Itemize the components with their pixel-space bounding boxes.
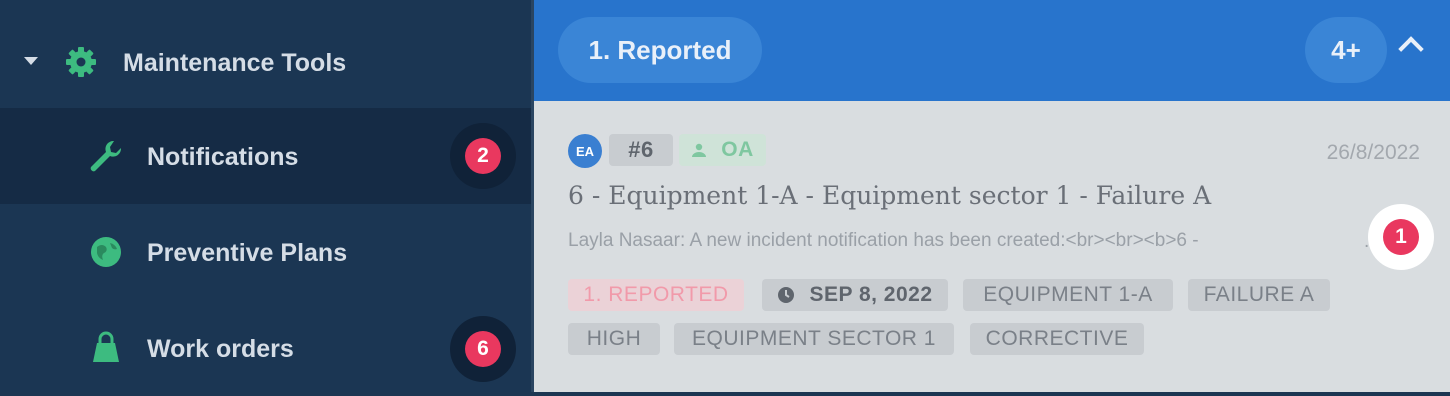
assignee-label: OA — [721, 138, 754, 161]
badge-count: 2 — [465, 138, 501, 174]
work-orders-count-badge: 6 — [450, 316, 516, 382]
caret-down-icon[interactable] — [24, 57, 38, 65]
badge-count: 6 — [465, 331, 501, 367]
equipment-tag: EQUIPMENT 1-A — [963, 279, 1173, 311]
card-indicator-badge: 1 — [1368, 204, 1434, 270]
avatar: EA — [568, 134, 602, 168]
due-date-label: SEP 8, 2022 — [809, 283, 933, 306]
bag-icon — [89, 331, 123, 365]
type-tag: CORRECTIVE — [970, 323, 1144, 355]
card-date: 26/8/2022 — [1326, 141, 1420, 164]
status-tag: 1. REPORTED — [568, 279, 744, 311]
badge-count: 1 — [1383, 219, 1419, 255]
priority-tag: HIGH — [568, 323, 660, 355]
column-count-badge: 4+ — [1305, 17, 1387, 83]
card-excerpt: Layla Nasaar: A new incident notificatio… — [568, 230, 1199, 251]
due-date-tag: SEP 8, 2022 — [762, 279, 948, 311]
kanban-column: 1. Reported 4+ EA #6 OA 26/8/2022 6 - Eq… — [531, 0, 1450, 392]
notification-card[interactable]: EA #6 OA 26/8/2022 6 - Equipment 1-A - E… — [534, 101, 1450, 392]
sidebar-item-notifications[interactable]: Notifications 2 — [0, 108, 531, 204]
assignee-chip: OA — [679, 134, 766, 166]
sidebar-item-work-orders[interactable]: Work orders 6 — [0, 300, 531, 396]
sidebar-item-label: Work orders — [147, 335, 294, 363]
sidebar-item-label: Notifications — [147, 143, 299, 171]
person-icon — [692, 143, 707, 157]
sidebar-item-preventive-plans[interactable]: Preventive Plans — [0, 204, 531, 300]
card-title[interactable]: 6 - Equipment 1-A - Equipment sector 1 -… — [568, 181, 1211, 210]
column-header: 1. Reported 4+ — [534, 0, 1450, 101]
sidebar-item-label: Preventive Plans — [147, 239, 348, 267]
globe-icon — [89, 235, 123, 269]
notification-count-badge: 2 — [450, 123, 516, 189]
card-number: #6 — [609, 134, 673, 166]
failure-tag: FAILURE A — [1188, 279, 1330, 311]
gear-icon — [64, 45, 98, 79]
column-title[interactable]: 1. Reported — [558, 17, 762, 83]
sidebar-section-maintenance-tools[interactable]: Maintenance Tools — [0, 14, 531, 110]
sidebar: Maintenance Tools Notifications 2 Preven… — [0, 0, 531, 392]
sector-tag: EQUIPMENT SECTOR 1 — [674, 323, 954, 355]
chevron-up-icon[interactable] — [1398, 36, 1424, 62]
clock-icon — [778, 287, 795, 303]
wrench-icon — [88, 138, 122, 172]
sidebar-section-label: Maintenance Tools — [123, 49, 347, 77]
